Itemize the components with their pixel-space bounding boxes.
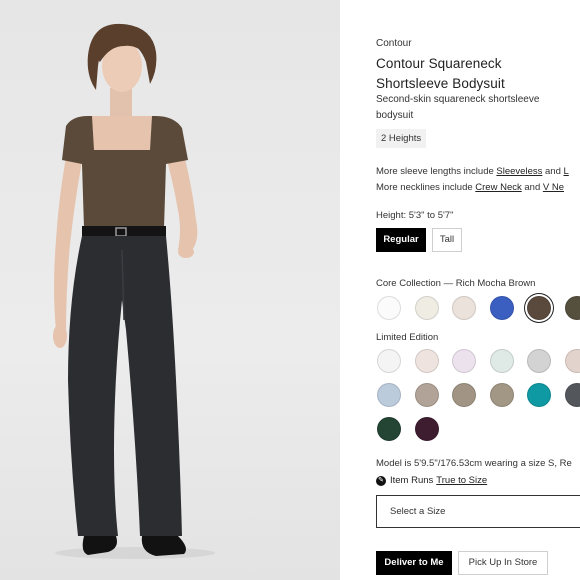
size-select[interactable]: Select a Size — [376, 495, 580, 528]
more-sleeves-text: More sleeve lengths include — [376, 166, 494, 177]
color-swatch-light-grey[interactable] — [527, 349, 551, 373]
fit-prefix: Item Runs — [390, 475, 434, 486]
color-swatch-royal-blue[interactable] — [489, 296, 514, 320]
model-info: Model is 5'9.5"/176.53cm wearing a size … — [376, 458, 572, 469]
sleeveless-link[interactable]: Sleeveless — [496, 166, 542, 177]
color-swatch-charcoal[interactable] — [564, 383, 580, 407]
color-swatch-stone[interactable] — [489, 383, 514, 407]
color-swatch-plum[interactable] — [414, 417, 439, 441]
color-swatch-rose[interactable] — [564, 349, 580, 373]
product-title: Contour Squareneck Shortsleeve Bodysuit — [376, 56, 505, 91]
crew-neck-link[interactable]: Crew Neck — [475, 182, 521, 193]
color-swatch-lavender[interactable] — [452, 349, 476, 373]
brand-name[interactable]: Contour — [376, 38, 412, 49]
color-swatch-white[interactable] — [377, 349, 401, 373]
true-to-size-link[interactable]: True to Size — [436, 475, 487, 486]
color-swatch-powder-blue[interactable] — [377, 383, 401, 407]
limited-edition-label: Limited Edition — [376, 332, 439, 343]
height-label: Height: 5'3" to 5'7" — [376, 210, 454, 221]
long-sleeve-link[interactable]: L — [564, 166, 569, 177]
fit-info: ✎ Item Runs True to Size — [376, 475, 487, 486]
color-swatch-white[interactable] — [377, 296, 401, 320]
deliver-to-me-button[interactable]: Deliver to Me — [376, 551, 452, 575]
color-swatch-teal[interactable] — [527, 383, 551, 407]
heights-badge: 2 Heights — [376, 129, 427, 148]
color-swatch-pale-pink[interactable] — [414, 349, 439, 373]
color-swatch-rich-mocha-brown[interactable] — [527, 296, 551, 320]
height-tall-button[interactable]: Tall — [432, 228, 462, 252]
color-swatch-taupe[interactable] — [414, 383, 439, 407]
v-neck-link[interactable]: V Ne — [543, 182, 564, 193]
product-photo[interactable] — [0, 0, 340, 580]
more-necklines-text: More necklines include — [376, 182, 473, 193]
color-swatch-blush[interactable] — [452, 296, 476, 320]
height-regular-button[interactable]: Regular — [376, 228, 426, 252]
color-swatch-ivory[interactable] — [414, 296, 439, 320]
color-swatch-olive[interactable] — [564, 296, 580, 320]
color-swatch-mushroom[interactable] — [452, 383, 476, 407]
more-necklines-and: and — [524, 182, 541, 193]
ruler-icon: ✎ — [376, 475, 386, 486]
more-sleeves-line: More sleeve lengths include Sleeveless a… — [376, 166, 569, 177]
model-illustration — [53, 23, 215, 559]
more-necklines-line: More necklines include Crew Neck and V N… — [376, 182, 564, 193]
color-swatch-forest-green[interactable] — [377, 417, 401, 441]
more-sleeves-and: and — [545, 166, 561, 177]
pick-up-in-store-button[interactable]: Pick Up In Store — [458, 551, 548, 575]
product-subtitle: Second-skin squareneck shortsleeve bodys… — [376, 94, 540, 121]
color-swatch-mint[interactable] — [489, 349, 514, 373]
product-details: Contour Contour Squareneck Shortsleeve B… — [376, 0, 580, 580]
core-collection-label: Core Collection — Rich Mocha Brown — [376, 278, 536, 289]
